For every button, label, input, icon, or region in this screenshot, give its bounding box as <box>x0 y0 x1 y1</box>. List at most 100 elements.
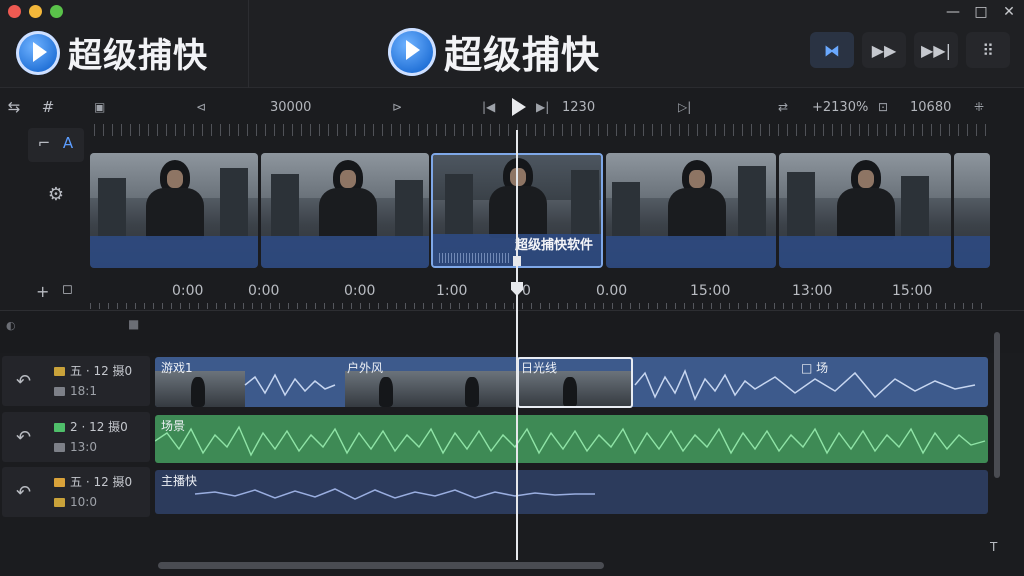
vertical-scrollbar[interactable] <box>994 332 1000 478</box>
playhead[interactable] <box>516 130 518 560</box>
timecode-label: 0 <box>522 283 531 299</box>
timecode-ruler: 0:00 0:00 0:00 1:00 0 0.00 15:00 13:00 1… <box>90 270 1024 310</box>
brand-logo-left: 超级捕快 <box>16 28 208 77</box>
text-corner-icon[interactable]: T <box>990 540 997 554</box>
brand-name: 超级捕快 <box>68 36 208 76</box>
step-forward-icon[interactable]: ⊳ <box>392 100 402 114</box>
brand-name: 超级捕快 <box>444 33 601 77</box>
ruler-ticks <box>94 124 990 136</box>
undo-icon[interactable]: ↶ <box>16 371 31 392</box>
segment-label: 游戏1 <box>161 361 193 375</box>
track-subtitle: 10:0 <box>70 495 97 509</box>
timecode-label: 0.00 <box>596 283 628 299</box>
jump-icon[interactable]: ▷| <box>678 100 691 114</box>
film-clip[interactable] <box>90 153 258 268</box>
close-icon[interactable]: ✕ <box>1000 4 1018 20</box>
track-name: 五 · 12 摄0 <box>70 475 133 489</box>
timecode-label: 15:00 <box>690 283 731 299</box>
frame-count-readout: 10680 <box>910 100 952 115</box>
crop-icon[interactable]: ⌐ <box>32 134 56 152</box>
grid-menu-button[interactable]: ⠿ <box>966 32 1010 68</box>
grid-dots-icon: ⠿ <box>982 40 994 60</box>
segment-label: 户外风 <box>347 361 384 375</box>
header-divider <box>248 0 249 88</box>
undo-icon[interactable]: ↶ <box>16 482 31 503</box>
minimize-icon[interactable]: — <box>944 4 962 20</box>
track-header-voice[interactable]: ↶ 五 · 12 摄0 10:0 <box>2 467 150 517</box>
timecode-label: 0:00 <box>344 283 376 299</box>
timecode-label: 13:00 <box>792 283 833 299</box>
fast-forward-icon: ▶▶ <box>871 40 897 60</box>
camera-icon[interactable]: ▣ <box>94 100 105 114</box>
track-toolbar: ◐ ■ <box>0 311 1024 353</box>
top-ruler: ▣ ⊲ 30000 ⊳ |◀ ▶| 1230 ▷| ⇄ +2130% ⊡ 106… <box>90 88 1024 152</box>
timecode-label: 0:00 <box>248 283 280 299</box>
film-clip[interactable] <box>606 153 776 268</box>
film-clip[interactable] <box>779 153 951 268</box>
voice-audio-lane[interactable]: 主播快 <box>155 470 988 514</box>
timecode-ticks <box>90 303 988 309</box>
file-icon <box>54 443 65 452</box>
settings-icon[interactable]: ⚙ <box>44 184 68 205</box>
maximize-icon[interactable]: □ <box>972 4 990 20</box>
green-lane-waveform <box>155 425 986 457</box>
folder-icon <box>54 367 65 376</box>
step-back-icon[interactable]: ⊲ <box>196 100 206 114</box>
close-window-button[interactable] <box>8 5 21 18</box>
timecode-label: 0:00 <box>172 283 204 299</box>
hash-grid-icon[interactable]: # <box>36 98 60 116</box>
bowtie-icon: ⧓ <box>824 40 840 60</box>
panel-toggle-icon[interactable]: ⇆ <box>2 98 26 116</box>
title-bar: 超级捕快 超级捕快 — □ ✕ ⧓ ▶▶ ▶▶| ⠿ <box>0 0 1024 88</box>
brand-logo-center: 超级捕快 <box>388 24 600 79</box>
zoom-window-button[interactable] <box>50 5 63 18</box>
eye-toggle-icon[interactable]: ◐ <box>6 319 16 332</box>
selected-segment[interactable] <box>517 357 633 408</box>
play-logo-icon <box>388 27 436 76</box>
film-clip[interactable] <box>954 153 990 268</box>
horizontal-scrollbar[interactable] <box>158 562 604 569</box>
folder-icon <box>54 478 65 487</box>
track-name: 2 · 12 摄0 <box>70 420 128 434</box>
frame-icon[interactable]: ◻ <box>62 282 73 297</box>
voice-lane-waveform <box>194 488 595 500</box>
segment-label: □ 场 <box>801 361 829 375</box>
previous-frame-icon[interactable]: |◀ <box>482 100 495 114</box>
add-icon[interactable]: + <box>36 282 49 301</box>
track-header-video[interactable]: ↶ 五 · 12 摄0 18:1 <box>2 356 150 406</box>
snap-icon[interactable]: ⁜ <box>974 100 984 114</box>
zoom-readout: +2130% <box>812 100 869 115</box>
shuffle-icon[interactable]: ⇄ <box>778 100 788 114</box>
ruler-left-controls: + ◻ <box>0 270 90 310</box>
track-header-green[interactable]: ↶ 2 · 12 摄0 13:0 <box>2 412 150 462</box>
green-audio-lane[interactable]: 场景 <box>155 415 988 463</box>
filmstrip: 超级捕快软件 <box>90 153 990 268</box>
clip-caption: 超级捕快软件 <box>515 238 594 253</box>
lane-label: 主播快 <box>161 474 198 488</box>
image-icon <box>54 498 65 507</box>
left-time-readout: 30000 <box>270 100 312 115</box>
playhead-marker[interactable] <box>513 256 521 266</box>
folder-icon <box>54 423 65 432</box>
square-icon[interactable]: ■ <box>128 317 139 331</box>
film-clip[interactable] <box>261 153 429 268</box>
next-frame-icon[interactable]: ▶| <box>536 100 549 114</box>
track-subtitle: 18:1 <box>70 384 97 398</box>
skip-to-end-icon: ▶▶| <box>921 40 951 60</box>
bowtie-mode-button[interactable]: ⧓ <box>810 32 854 68</box>
play-logo-icon <box>16 30 60 75</box>
undo-icon[interactable]: ↶ <box>16 427 31 448</box>
fast-forward-button[interactable]: ▶▶ <box>862 32 906 68</box>
lane-label: 场景 <box>161 419 186 433</box>
track-name: 五 · 12 摄0 <box>70 364 133 378</box>
minimize-window-button[interactable] <box>29 5 42 18</box>
text-tool-icon[interactable]: A <box>56 134 80 152</box>
timecode-label: 15:00 <box>892 283 933 299</box>
play-button[interactable] <box>510 96 528 118</box>
timecode-label: 1:00 <box>436 283 468 299</box>
file-icon <box>54 387 65 396</box>
right-time-readout: 1230 <box>562 100 596 115</box>
skip-to-end-button[interactable]: ▶▶| <box>914 32 958 68</box>
monitor-icon[interactable]: ⊡ <box>878 100 888 114</box>
track-subtitle: 13:0 <box>70 440 97 454</box>
